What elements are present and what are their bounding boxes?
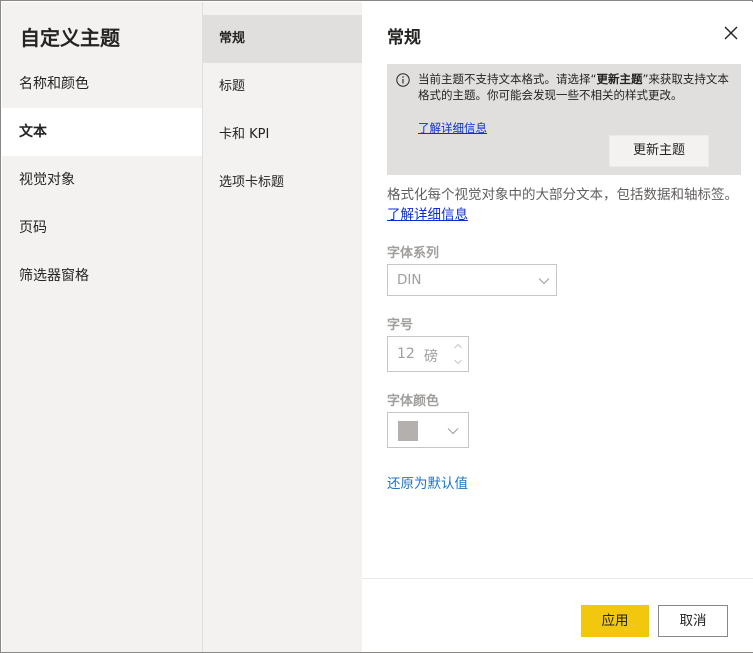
nav-item-text[interactable]: 文本 <box>2 108 202 156</box>
chevron-down-icon <box>538 278 550 285</box>
font-size-label: 字号 <box>387 318 414 333</box>
primary-nav-panel: 自定义主题 名称和颜色 文本 视觉对象 页码 筛选器窗格 <box>2 2 202 652</box>
font-size-stepper[interactable]: 12 磅 <box>387 336 469 372</box>
dialog-title: 自定义主题 <box>20 26 120 50</box>
update-theme-button[interactable]: 更新主题 <box>609 135 709 167</box>
settings-pane: 常规 当前主题不支持文本格式。请选择“更新主题”来获取支持文本格式的主题。你可能… <box>362 2 753 652</box>
notice-learn-more-link[interactable]: 了解详细信息 <box>418 120 487 136</box>
font-family-label: 字体系列 <box>387 246 440 261</box>
nav-item-filter-pane[interactable]: 筛选器窗格 <box>2 252 202 300</box>
font-color-picker[interactable] <box>387 412 469 448</box>
description-learn-more-link[interactable]: 了解详细信息 <box>387 207 468 223</box>
primary-nav: 名称和颜色 文本 视觉对象 页码 筛选器窗格 <box>2 60 202 300</box>
stepper-arrows-icon[interactable] <box>452 340 464 368</box>
apply-button[interactable]: 应用 <box>581 605 649 637</box>
tab-general[interactable]: 常规 <box>203 15 362 63</box>
customize-theme-dialog: 自定义主题 名称和颜色 文本 视觉对象 页码 筛选器窗格 常规 标题 卡和 KP… <box>0 0 753 653</box>
tab-tab-headers[interactable]: 选项卡标题 <box>203 159 362 207</box>
footer-divider <box>362 578 753 579</box>
nav-item-visuals[interactable]: 视觉对象 <box>2 156 202 204</box>
font-family-dropdown[interactable]: DIN <box>387 264 557 296</box>
notice-text: 当前主题不支持文本格式。请选择“更新主题”来获取支持文本格式的主题。你可能会发现… <box>418 72 729 102</box>
info-icon <box>396 73 410 87</box>
secondary-nav-panel: 常规 标题 卡和 KPI 选项卡标题 <box>202 2 362 652</box>
cancel-button[interactable]: 取消 <box>658 605 728 637</box>
close-icon <box>724 26 738 40</box>
close-button[interactable] <box>720 22 742 44</box>
text-format-description: 格式化每个视觉对象中的大部分文本，包括数据和轴标签。了解详细信息 <box>387 187 738 223</box>
pane-title: 常规 <box>387 28 421 48</box>
color-swatch <box>398 421 418 441</box>
font-size-value: 12 <box>397 346 415 362</box>
font-family-value: DIN <box>397 272 422 288</box>
secondary-nav: 常规 标题 卡和 KPI 选项卡标题 <box>203 15 362 207</box>
tab-cards-and-kpis[interactable]: 卡和 KPI <box>203 111 362 159</box>
font-size-unit: 磅 <box>424 349 438 365</box>
nav-item-page[interactable]: 页码 <box>2 204 202 252</box>
reset-to-default-link[interactable]: 还原为默认值 <box>387 472 468 492</box>
nav-item-name-and-colors[interactable]: 名称和颜色 <box>2 60 202 108</box>
tab-title[interactable]: 标题 <box>203 63 362 111</box>
chevron-down-icon <box>447 428 459 435</box>
font-color-label: 字体颜色 <box>387 394 440 409</box>
unsupported-theme-notice: 当前主题不支持文本格式。请选择“更新主题”来获取支持文本格式的主题。你可能会发现… <box>387 64 741 175</box>
